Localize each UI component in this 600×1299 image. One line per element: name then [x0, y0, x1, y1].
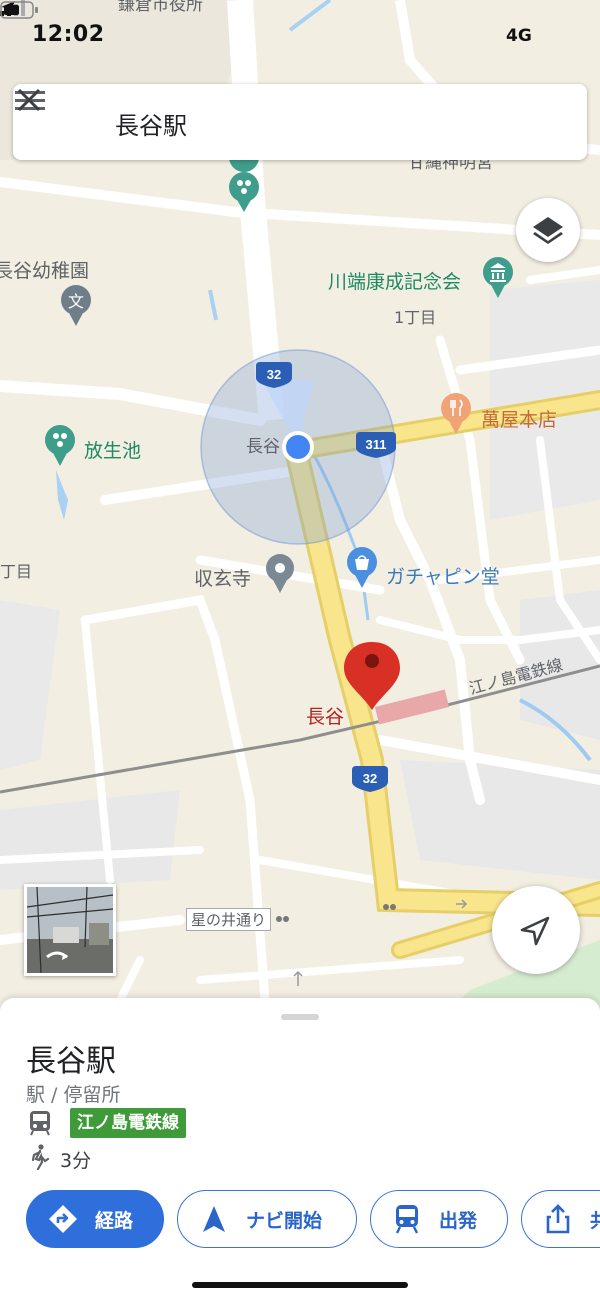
map-view[interactable]: 32 311 32 文 鎌倉市役所 甘縄神明宮 長谷幼稚園 川端康成記念会 1丁…	[0, 0, 600, 1010]
network-type: 4G	[506, 26, 532, 46]
svg-text:32: 32	[267, 367, 281, 382]
my-location-button[interactable]	[492, 886, 580, 974]
navigation-arrow-icon	[520, 916, 550, 946]
map-label-shugenji[interactable]: 収玄寺	[194, 564, 251, 591]
map-label-hase-station[interactable]: 長谷	[306, 702, 344, 729]
map-label-chome: 1丁目	[394, 308, 437, 327]
start-navigation-label: ナビ開始	[246, 1209, 323, 1232]
layers-icon	[533, 217, 563, 244]
svg-text:32: 32	[363, 771, 377, 786]
battery-icon	[0, 1, 38, 19]
status-time: 12:02	[32, 22, 105, 47]
share-icon	[546, 1204, 570, 1234]
depart-label: 出発	[439, 1209, 478, 1232]
map-label-gachapin[interactable]: ガチャピン堂	[386, 562, 500, 589]
walk-icon	[31, 1144, 50, 1170]
map-label-manya[interactable]: 萬屋本店	[481, 405, 557, 432]
share-button[interactable]: 共有	[521, 1190, 600, 1248]
map-label-kindergarten[interactable]: 長谷幼稚園	[0, 256, 89, 283]
place-sheet[interactable]: 長谷駅 駅 / 停留所 江ノ島電鉄線 3分 経路 ナビ開始 出発	[0, 998, 600, 1299]
layers-button[interactable]	[516, 198, 580, 262]
share-label: 共有	[590, 1206, 600, 1233]
svg-text:311: 311	[366, 437, 387, 452]
map-label-chome: 丁目	[0, 562, 33, 581]
street-view-thumbnail[interactable]	[24, 884, 116, 976]
directions-icon	[49, 1205, 77, 1233]
map-label-street: 星の井通り	[186, 908, 272, 931]
search-bar[interactable]: 長谷駅	[13, 84, 587, 160]
street-view-image	[27, 887, 113, 973]
svg-text:文: 文	[68, 292, 84, 311]
start-navigation-button[interactable]: ナビ開始	[177, 1190, 357, 1248]
train-icon	[30, 1111, 50, 1136]
directions-label: 経路	[95, 1209, 134, 1232]
map-label-hojoike[interactable]: 放生池	[84, 436, 141, 463]
walk-time: 3分	[60, 1150, 92, 1172]
search-input[interactable]: 長谷駅	[115, 106, 187, 141]
depart-button[interactable]: 出発	[370, 1190, 508, 1248]
navigation-icon	[203, 1206, 225, 1232]
place-title: 長谷駅	[26, 1044, 116, 1079]
status-bar: 12:02 4G	[0, 0, 600, 72]
transit-line-badge[interactable]: 江ノ島電鉄線	[70, 1108, 186, 1138]
drag-handle[interactable]	[281, 1014, 319, 1020]
train-icon	[395, 1205, 419, 1234]
close-icon[interactable]	[13, 84, 45, 116]
place-category: 駅 / 停留所	[26, 1084, 121, 1106]
map-label: 長谷	[246, 437, 280, 457]
directions-button[interactable]: 経路	[26, 1190, 164, 1248]
map-label-kawabata-museum[interactable]: 川端康成記念会	[328, 267, 461, 294]
home-indicator[interactable]	[192, 1282, 408, 1288]
